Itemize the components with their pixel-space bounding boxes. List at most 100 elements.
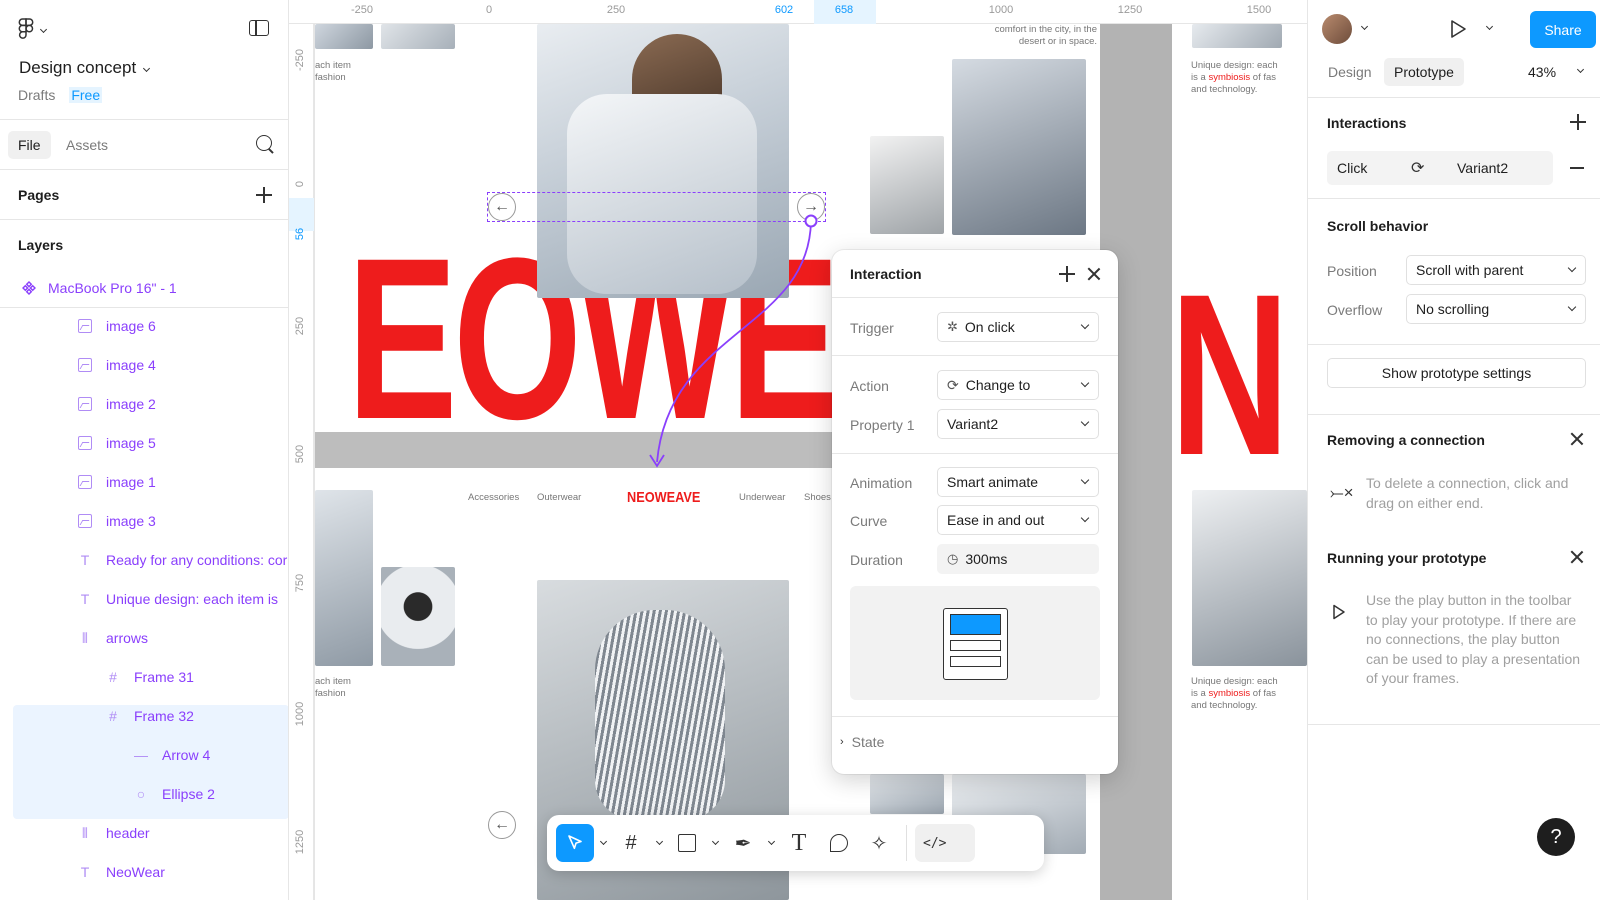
frame-tool-button[interactable]: # (612, 824, 650, 862)
close-icon[interactable] (1570, 550, 1584, 564)
chevron-down-icon[interactable] (1485, 22, 1494, 31)
layer-root-frame[interactable]: MacBook Pro 16" - 1 (0, 268, 288, 308)
avatar[interactable] (1322, 14, 1352, 44)
shape-tool-menu[interactable] (708, 824, 722, 862)
close-icon[interactable] (1087, 267, 1101, 281)
photo-thumbnail (315, 490, 373, 666)
drafts-link[interactable]: Drafts (18, 87, 55, 103)
panel-tabs: File Assets (0, 120, 288, 170)
move-tool-button[interactable] (556, 824, 594, 862)
ruler-tick: 250 (294, 316, 306, 336)
frame-right-top[interactable]: Unique design: each is a symbiosis of fa… (1172, 24, 1307, 468)
image-icon (78, 475, 92, 489)
duration-input[interactable]: ◷ 300ms (937, 544, 1099, 574)
nav-link: Outerwear (537, 492, 582, 503)
pen-tool-menu[interactable] (764, 824, 778, 862)
layer-label: MacBook Pro 16" - 1 (48, 279, 177, 296)
layer-item[interactable]: image 2 (0, 385, 288, 423)
photo-thumbnail (381, 24, 455, 49)
layer-item[interactable]: ⫴ header (0, 814, 288, 852)
add-interaction-icon[interactable] (1059, 266, 1075, 282)
layer-label: arrows (106, 630, 149, 646)
action-select[interactable]: ⟳ Change to (937, 370, 1099, 400)
search-icon[interactable] (256, 135, 272, 151)
state-section[interactable]: › State (840, 734, 884, 750)
image-icon (78, 514, 92, 528)
rectangle-icon (678, 834, 696, 852)
sparkle-icon: ✧ (870, 832, 888, 855)
layer-item[interactable]: ⫴ arrows (0, 619, 288, 657)
layer-item[interactable]: T Ready for any conditions: cor (0, 541, 288, 579)
file-name[interactable]: Design concept (19, 58, 151, 78)
tab-prototype[interactable]: Prototype (1384, 58, 1464, 86)
chevron-down-icon (767, 837, 775, 846)
canvas[interactable]: -250 0 250 602 658 1000 1250 1500 -250 0… (289, 0, 1307, 900)
ruler-tick: 1250 (1117, 4, 1143, 16)
photo-thumbnail (1192, 490, 1307, 666)
ruler-tick: 500 (294, 444, 306, 464)
arrow-left-button[interactable]: ← (488, 811, 516, 839)
action-row: Action ⟳ Change to (832, 370, 1118, 402)
layer-item[interactable]: — Arrow 4 (0, 736, 288, 774)
layer-label: Unique design: each item is (106, 591, 278, 607)
remove-interaction-icon[interactable] (1570, 167, 1584, 169)
layer-item[interactable]: image 5 (0, 424, 288, 462)
animation-value: Smart animate (947, 474, 1039, 490)
pages-section[interactable]: Pages (0, 170, 288, 220)
chevron-down-icon[interactable] (1360, 22, 1369, 31)
zoom-level[interactable]: 43% (1528, 64, 1556, 80)
tab-file[interactable]: File (8, 131, 51, 159)
share-button[interactable]: Share (1530, 11, 1596, 48)
text-icon: T (80, 552, 90, 568)
curve-select[interactable]: Ease in and out (937, 505, 1099, 535)
layer-item[interactable]: image 6 (0, 307, 288, 345)
chevron-down-icon (1080, 475, 1090, 485)
caption-text: ach item fashion (315, 60, 351, 83)
layer-item[interactable]: # Frame 31 (0, 658, 288, 696)
layer-item[interactable]: image 4 (0, 346, 288, 384)
frame-right-bottom[interactable]: Unique design: each is a symbiosis of fa… (1172, 468, 1307, 900)
layer-item[interactable]: ○ Ellipse 2 (0, 775, 288, 813)
selection-frame-32[interactable] (487, 192, 826, 222)
frame-tool-menu[interactable] (652, 824, 666, 862)
interaction-item[interactable]: Click ⟳ Variant2 (1327, 151, 1553, 185)
overflow-select[interactable]: No scrolling (1406, 294, 1586, 324)
autolayout-icon: ⫴ (82, 824, 88, 841)
curve-row: Curve Ease in and out (832, 505, 1118, 537)
property-value: Variant2 (947, 416, 999, 432)
move-tool-menu[interactable] (596, 824, 610, 862)
add-interaction-icon[interactable] (1570, 114, 1586, 130)
tab-assets[interactable]: Assets (56, 131, 118, 159)
chevron-down-icon[interactable] (1576, 65, 1585, 74)
close-icon[interactable] (1570, 432, 1584, 446)
click-trigger-icon: ✲ (947, 319, 958, 334)
state-label: State (851, 734, 885, 750)
layer-item[interactable]: image 3 (0, 502, 288, 540)
figma-logo-icon (18, 18, 34, 39)
animation-select[interactable]: Smart animate (937, 467, 1099, 497)
help-button[interactable]: ? (1537, 818, 1575, 856)
chevron-down-icon (1080, 320, 1090, 330)
property-select[interactable]: Variant2 (937, 409, 1099, 439)
position-select[interactable]: Scroll with parent (1406, 255, 1586, 285)
dev-mode-toggle[interactable]: </> (915, 824, 975, 862)
layer-label: image 3 (106, 513, 156, 529)
comment-tool-button[interactable] (820, 824, 858, 862)
play-icon[interactable] (1449, 19, 1467, 39)
text-tool-button[interactable]: T (780, 824, 818, 862)
actions-tool-button[interactable]: ✧ (860, 824, 898, 862)
settings-section (1308, 345, 1600, 415)
layer-item[interactable]: image 1 (0, 463, 288, 501)
main-menu-button[interactable] (18, 18, 48, 40)
sidebar-toggle-icon[interactable] (249, 20, 269, 36)
layer-item[interactable]: T Unique design: each item is (0, 580, 288, 618)
pen-tool-button[interactable]: ✒ (724, 824, 762, 862)
animation-preview (850, 586, 1100, 700)
add-page-icon[interactable] (256, 187, 272, 203)
layer-item[interactable]: T NeoWear (0, 853, 288, 891)
trigger-select[interactable]: ✲ On click (937, 312, 1099, 342)
tip-title: Removing a connection (1327, 432, 1485, 448)
shape-tool-button[interactable] (668, 824, 706, 862)
layer-item[interactable]: # Frame 32 (0, 697, 288, 735)
tab-design[interactable]: Design (1318, 58, 1382, 86)
